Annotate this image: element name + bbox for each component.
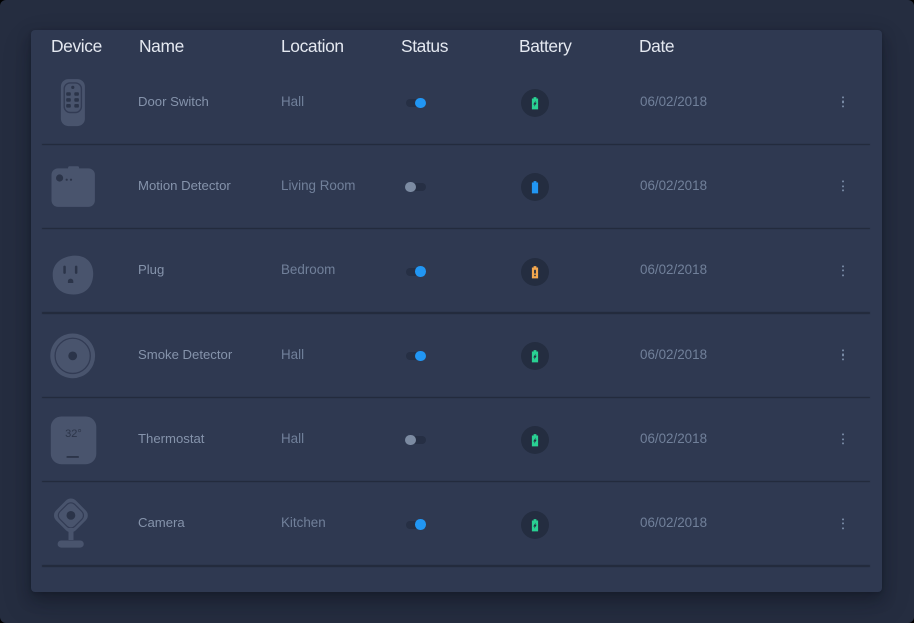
svg-text:32°: 32° <box>65 428 82 440</box>
